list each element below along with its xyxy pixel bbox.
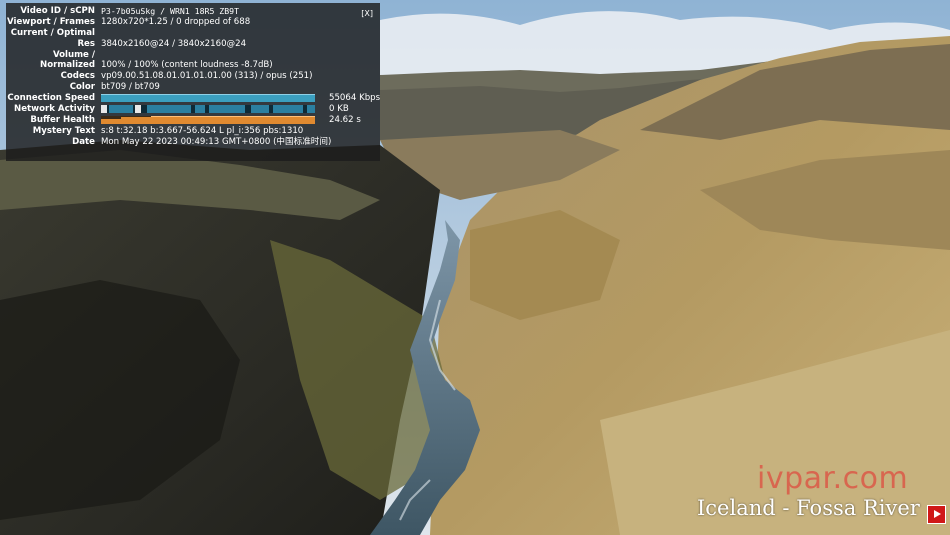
- stat-value: Mon May 22 2023 00:49:13 GMT+0800 (中国标准时…: [101, 136, 332, 147]
- stat-row-normalized: Normalized 100% / 100% (content loudness…: [6, 60, 380, 71]
- stat-value: 0 KB: [329, 104, 349, 115]
- stat-row-current-optimal: Current / Optimal: [6, 28, 380, 39]
- stat-row-res: Res 3840x2160@24 / 3840x2160@24: [6, 39, 380, 50]
- stat-label: Connection Speed: [7, 93, 95, 104]
- stat-row-buffer-health: Buffer Health 24.62 s: [6, 115, 380, 126]
- stat-value: 24.62 s: [329, 114, 361, 125]
- stat-label: Res: [77, 38, 95, 49]
- stat-value: P3-7b05uSkg / WRN1 18R5 ZB9T: [101, 6, 240, 16]
- stat-row-video-id: Video ID / sCPN P3-7b05uSkg / WRN1 18R5 …: [6, 6, 380, 17]
- stat-label: Network Activity: [14, 104, 95, 115]
- stat-label: Viewport / Frames: [7, 16, 95, 27]
- stat-label: Date: [72, 136, 95, 147]
- stat-label: Video ID / sCPN: [20, 6, 95, 16]
- watermark-text: ivpar.com: [757, 461, 909, 496]
- stat-row-date: Date Mon May 22 2023 00:49:13 GMT+0800 (…: [6, 137, 380, 148]
- watermark-logo: ivpar.com: [757, 461, 917, 497]
- network-activity-graph: [101, 105, 315, 114]
- stat-value: s:8 t:32.18 b:3.667-56.624 L pl_i:356 pb…: [101, 125, 304, 136]
- video-caption: Iceland - Fossa River: [697, 496, 920, 520]
- stat-row-volume: Volume /: [6, 50, 380, 61]
- stat-label: Buffer Health: [30, 114, 95, 125]
- buffer-health-graph: [101, 115, 315, 124]
- stat-label: Volume /: [52, 49, 95, 60]
- stat-value: 1280x720*1.25 / 0 dropped of 688: [101, 16, 251, 27]
- stat-row-network-activity: Network Activity 0 KB: [6, 104, 380, 115]
- stats-for-nerds-panel: [X] Video ID / sCPN P3-7b05uSkg / WRN1 1…: [6, 3, 380, 161]
- stat-row-codecs: Codecs vp09.00.51.08.01.01.01.01.00 (313…: [6, 71, 380, 82]
- stat-label: Current / Optimal: [10, 27, 95, 38]
- stat-value: 3840x2160@24 / 3840x2160@24: [101, 38, 247, 49]
- connection-speed-graph: [101, 94, 315, 103]
- stat-value: vp09.00.51.08.01.01.01.01.00 (313) / opu…: [101, 71, 313, 82]
- stat-label: Color: [69, 82, 95, 93]
- stat-label: Mystery Text: [32, 125, 95, 136]
- stat-value: 100% / 100% (content loudness -8.7dB): [101, 60, 273, 71]
- stat-label: Codecs: [60, 71, 95, 82]
- stat-value: 55064 Kbps: [329, 93, 381, 104]
- stat-row-viewport: Viewport / Frames 1280x720*1.25 / 0 drop…: [6, 17, 380, 28]
- stat-row-mystery-text: Mystery Text s:8 t:32.18 b:3.667-56.624 …: [6, 126, 380, 137]
- stat-label: Normalized: [40, 60, 95, 71]
- stat-value: bt709 / bt709: [101, 82, 160, 93]
- stat-row-color: Color bt709 / bt709: [6, 82, 380, 93]
- youtube-play-icon[interactable]: [927, 505, 946, 524]
- stat-row-connection-speed: Connection Speed 55064 Kbps: [6, 93, 380, 104]
